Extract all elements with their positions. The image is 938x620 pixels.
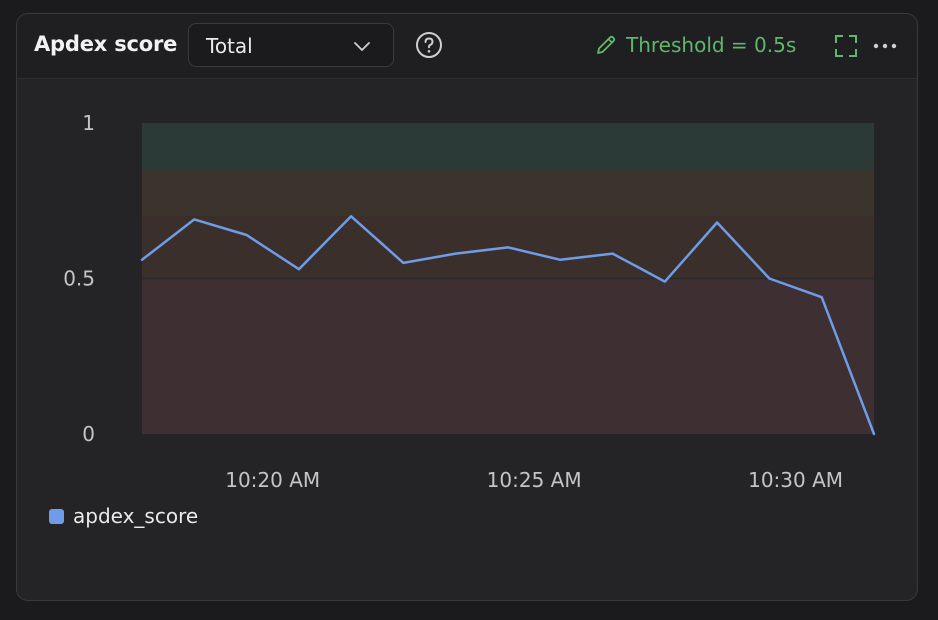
metric-select[interactable]: Total <box>188 23 394 67</box>
legend-label: apdex_score <box>73 504 199 528</box>
y-tick-label: 0.5 <box>63 267 95 291</box>
chevron-down-icon <box>354 42 370 51</box>
panel-title: Apdex score <box>34 32 178 56</box>
y-tick-label: 0 <box>82 422 95 446</box>
more-dots-icon[interactable] <box>872 34 898 58</box>
x-tick-label: 10:30 AM <box>748 468 843 492</box>
expand-icon[interactable] <box>834 34 858 58</box>
legend-item-apdex-score[interactable]: apdex_score <box>49 504 198 528</box>
y-tick-label: 1 <box>82 111 95 135</box>
question-circle-icon[interactable] <box>415 31 443 59</box>
panel-header: Apdex score Total Threshold = 0.5s <box>17 14 917 79</box>
x-tick-label: 10:25 AM <box>487 468 582 492</box>
threshold-band-3 <box>142 123 874 170</box>
threshold-band-0 <box>142 278 874 434</box>
threshold-label: Threshold = 0.5s <box>626 33 797 57</box>
threshold-button[interactable]: Threshold = 0.5s <box>594 31 796 59</box>
apdex-line-chart: 1 0.5 0 10:20 AM 10:25 AM 10:30 AM <box>63 111 876 492</box>
apdex-panel: Apdex score Total Threshold = 0.5s 1 0.5… <box>16 13 918 601</box>
threshold-band-2 <box>142 169 874 217</box>
metric-select-value: Total <box>206 34 253 58</box>
x-tick-label: 10:20 AM <box>225 468 320 492</box>
pencil-icon <box>597 35 616 54</box>
legend-swatch <box>49 508 64 524</box>
